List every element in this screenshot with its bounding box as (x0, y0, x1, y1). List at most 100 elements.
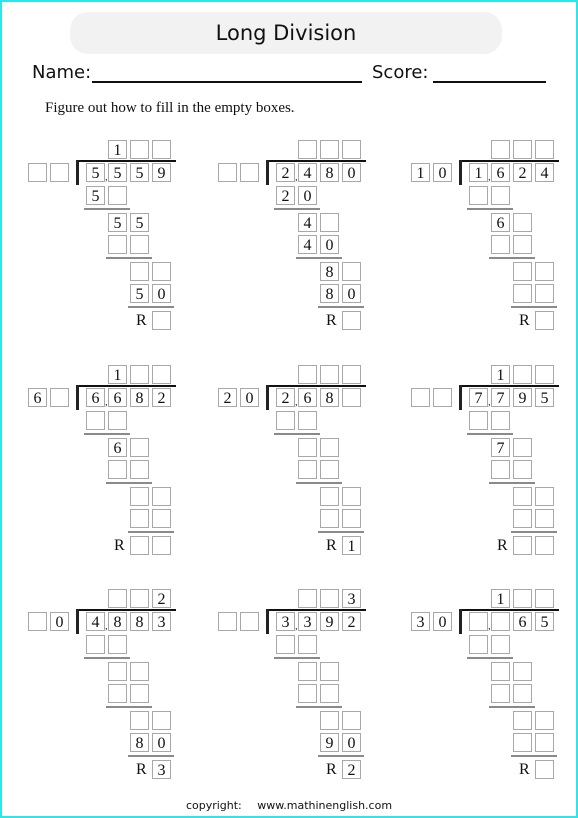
step2-difference-box[interactable] (513, 213, 532, 232)
step3-subtract-box[interactable] (535, 509, 554, 528)
step2-subtract-box[interactable] (130, 460, 149, 479)
divisor-box[interactable] (240, 163, 259, 182)
dividend-box[interactable]: 6 (108, 388, 127, 407)
step2-difference-box[interactable] (491, 662, 510, 681)
remainder-box[interactable] (535, 536, 554, 555)
step3-difference-box[interactable] (152, 262, 171, 281)
quotient-box[interactable] (535, 365, 554, 384)
step1-subtract-box[interactable] (298, 635, 317, 654)
dividend-box[interactable]: 5 (130, 163, 149, 182)
quotient-box[interactable] (320, 140, 339, 159)
step2-difference-box[interactable] (108, 662, 127, 681)
dividend-box[interactable]: 8 (130, 612, 149, 631)
remainder-box[interactable] (513, 536, 532, 555)
step2-difference-box[interactable] (320, 438, 339, 457)
step3-subtract-box[interactable]: 0 (152, 284, 171, 303)
dividend-box[interactable]: 9 (513, 388, 532, 407)
step2-difference-box[interactable]: 4 (298, 213, 317, 232)
dividend-box[interactable]: 2 (513, 163, 532, 182)
step3-difference-box[interactable] (152, 711, 171, 730)
step3-subtract-box[interactable] (320, 509, 339, 528)
step2-difference-box[interactable] (513, 438, 532, 457)
quotient-box[interactable] (535, 589, 554, 608)
remainder-box[interactable] (152, 536, 171, 555)
quotient-box[interactable] (342, 365, 361, 384)
divisor-box[interactable] (240, 612, 259, 631)
divisor-box[interactable] (218, 163, 237, 182)
step3-difference-box[interactable] (130, 262, 149, 281)
step3-subtract-box[interactable]: 8 (130, 733, 149, 752)
step2-difference-box[interactable] (513, 662, 532, 681)
dividend-box[interactable]: 0 (342, 163, 361, 182)
dividend-box[interactable]: 2 (276, 163, 295, 182)
dividend-box[interactable]: 8 (130, 388, 149, 407)
quotient-box[interactable] (513, 365, 532, 384)
dividend-box[interactable]: 8 (320, 388, 339, 407)
quotient-box[interactable] (130, 140, 149, 159)
step3-difference-box[interactable] (535, 487, 554, 506)
step2-subtract-box[interactable] (513, 460, 532, 479)
dividend-box[interactable] (469, 612, 488, 631)
step2-subtract-box[interactable] (298, 460, 317, 479)
dividend-box[interactable]: 7 (491, 388, 510, 407)
step2-difference-box[interactable] (298, 438, 317, 457)
divisor-box[interactable] (28, 163, 47, 182)
step3-subtract-box[interactable] (342, 509, 361, 528)
step3-subtract-box[interactable]: 0 (152, 733, 171, 752)
step2-subtract-box[interactable] (513, 235, 532, 254)
step3-subtract-box[interactable]: 5 (130, 284, 149, 303)
step3-difference-box[interactable] (535, 711, 554, 730)
step2-difference-box[interactable]: 7 (491, 438, 510, 457)
dividend-box[interactable]: 7 (469, 388, 488, 407)
quotient-box[interactable] (108, 589, 127, 608)
quotient-box[interactable]: 1 (491, 365, 510, 384)
quotient-box[interactable]: 1 (491, 589, 510, 608)
step3-difference-box[interactable] (513, 262, 532, 281)
dividend-box[interactable]: 6 (491, 163, 510, 182)
step1-subtract-box[interactable]: 0 (298, 186, 317, 205)
dividend-box[interactable]: 1 (469, 163, 488, 182)
remainder-box[interactable]: 2 (342, 760, 361, 779)
step1-subtract-box[interactable] (491, 186, 510, 205)
dividend-box[interactable]: 6 (298, 388, 317, 407)
dividend-box[interactable]: 4 (535, 163, 554, 182)
step3-subtract-box[interactable] (535, 733, 554, 752)
divisor-box[interactable] (50, 163, 69, 182)
step2-difference-box[interactable]: 5 (108, 213, 127, 232)
divisor-box[interactable]: 6 (28, 388, 47, 407)
step3-difference-box[interactable] (342, 487, 361, 506)
step2-difference-box[interactable] (320, 213, 339, 232)
divisor-box[interactable] (218, 612, 237, 631)
step3-difference-box[interactable] (342, 262, 361, 281)
quotient-box[interactable]: 1 (108, 140, 127, 159)
dividend-box[interactable]: 8 (320, 163, 339, 182)
dividend-box[interactable]: 4 (86, 612, 105, 631)
divisor-box[interactable]: 0 (433, 163, 452, 182)
step3-subtract-box[interactable]: 8 (320, 284, 339, 303)
step1-subtract-box[interactable] (276, 635, 295, 654)
dividend-box[interactable]: 8 (108, 612, 127, 631)
step3-subtract-box[interactable] (513, 284, 532, 303)
step3-difference-box[interactable] (152, 487, 171, 506)
quotient-box[interactable] (152, 140, 171, 159)
step2-subtract-box[interactable] (130, 684, 149, 703)
quotient-box[interactable]: 2 (152, 589, 171, 608)
step3-difference-box[interactable] (130, 487, 149, 506)
dividend-box[interactable]: 2 (152, 388, 171, 407)
dividend-box[interactable]: 3 (298, 612, 317, 631)
step3-subtract-box[interactable]: 0 (342, 733, 361, 752)
remainder-box[interactable] (535, 311, 554, 330)
quotient-box[interactable] (298, 140, 317, 159)
step3-difference-box[interactable] (342, 711, 361, 730)
step3-difference-box[interactable] (320, 711, 339, 730)
step2-subtract-box[interactable] (513, 684, 532, 703)
quotient-box[interactable] (535, 140, 554, 159)
remainder-box[interactable] (130, 536, 149, 555)
quotient-box[interactable]: 1 (108, 365, 127, 384)
step1-subtract-box[interactable]: 2 (276, 186, 295, 205)
divisor-box[interactable]: 2 (218, 388, 237, 407)
divisor-box[interactable]: 3 (411, 612, 430, 631)
quotient-box[interactable] (513, 140, 532, 159)
divisor-box[interactable] (28, 612, 47, 631)
step3-subtract-box[interactable] (513, 509, 532, 528)
